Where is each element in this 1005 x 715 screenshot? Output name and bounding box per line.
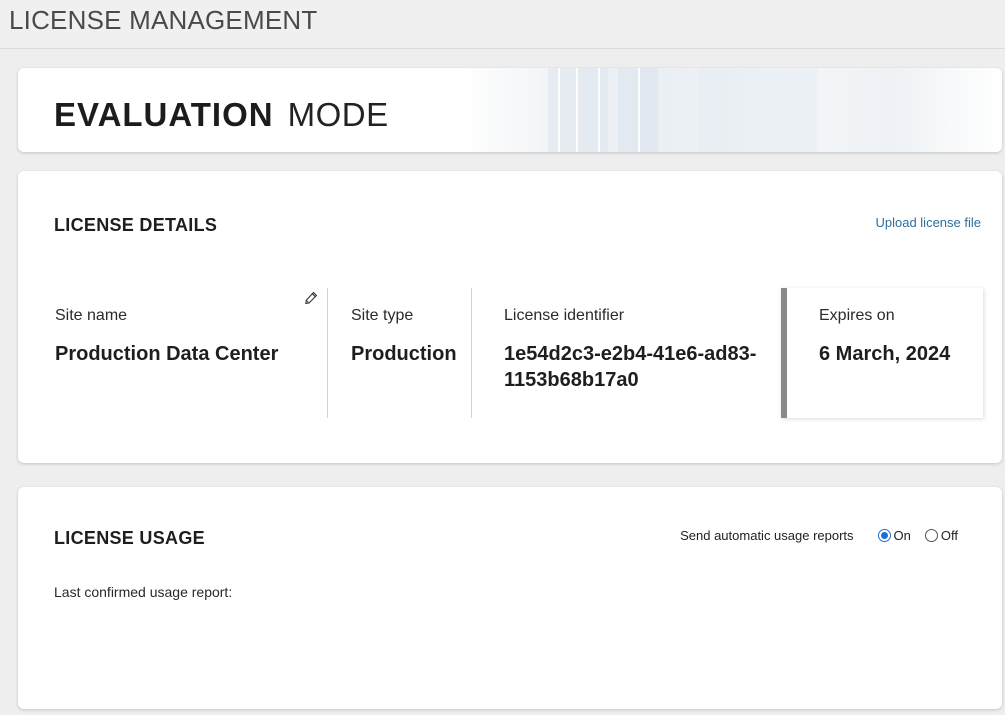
license-identifier-field: License identifier 1e54d2c3-e2b4-41e6-ad… — [504, 288, 774, 418]
page-title: LICENSE MANAGEMENT — [9, 5, 318, 35]
expires-on-value: 6 March, 2024 — [819, 343, 951, 365]
license-usage-card: LICENSE USAGE Send automatic usage repor… — [18, 487, 1002, 709]
usage-reports-label: Send automatic usage reports — [680, 528, 854, 543]
expires-on-box: Expires on 6 March, 2024 — [781, 288, 983, 418]
license-identifier-label: License identifier — [504, 307, 625, 324]
radio-off[interactable] — [924, 529, 938, 542]
radio-on[interactable] — [877, 529, 891, 542]
site-type-label: Site type — [351, 307, 414, 324]
license-details-title: LICENSE DETAILS — [54, 215, 218, 235]
license-mode-title: EVALUATION MODE — [54, 96, 389, 134]
page-header: LICENSE MANAGEMENT — [0, 0, 1005, 49]
usage-reports-on-option[interactable]: On — [877, 528, 911, 543]
license-identifier-value: 1e54d2c3-e2b4-41e6-ad83- 1153b68b17a0 — [504, 341, 756, 393]
site-name-label: Site name — [55, 307, 128, 324]
site-type-field: Site type Production — [351, 288, 471, 418]
license-identifier-line1: 1e54d2c3-e2b4-41e6-ad83- — [504, 343, 757, 365]
mode-title-light: MODE — [287, 96, 389, 133]
radio-off-label: Off — [940, 528, 958, 543]
banner-background-image — [458, 68, 1002, 152]
pencil-icon[interactable] — [304, 291, 318, 305]
upload-license-file-link[interactable]: Upload license file — [875, 215, 981, 230]
last-confirmed-usage-report: Last confirmed usage report: — [54, 584, 233, 600]
mode-banner-card: EVALUATION MODE — [18, 68, 1002, 152]
radio-on-label: On — [893, 528, 911, 543]
license-details-card: LICENSE DETAILS Upload license file Site… — [18, 171, 1002, 463]
column-divider — [327, 288, 328, 418]
license-identifier-line2: 1153b68b17a0 — [504, 369, 639, 391]
site-type-value: Production — [351, 343, 457, 365]
license-usage-title: LICENSE USAGE — [54, 528, 205, 548]
column-divider — [471, 288, 472, 418]
site-name-value: Production Data Center — [55, 343, 279, 365]
expires-on-label: Expires on — [819, 307, 895, 324]
usage-reports-off-option[interactable]: Off — [924, 528, 958, 543]
site-name-field: Site name Production Data Center — [55, 288, 305, 418]
usage-reports-toggle: Send automatic usage reports On Off — [680, 528, 958, 543]
mode-title-bold: EVALUATION — [54, 96, 274, 133]
